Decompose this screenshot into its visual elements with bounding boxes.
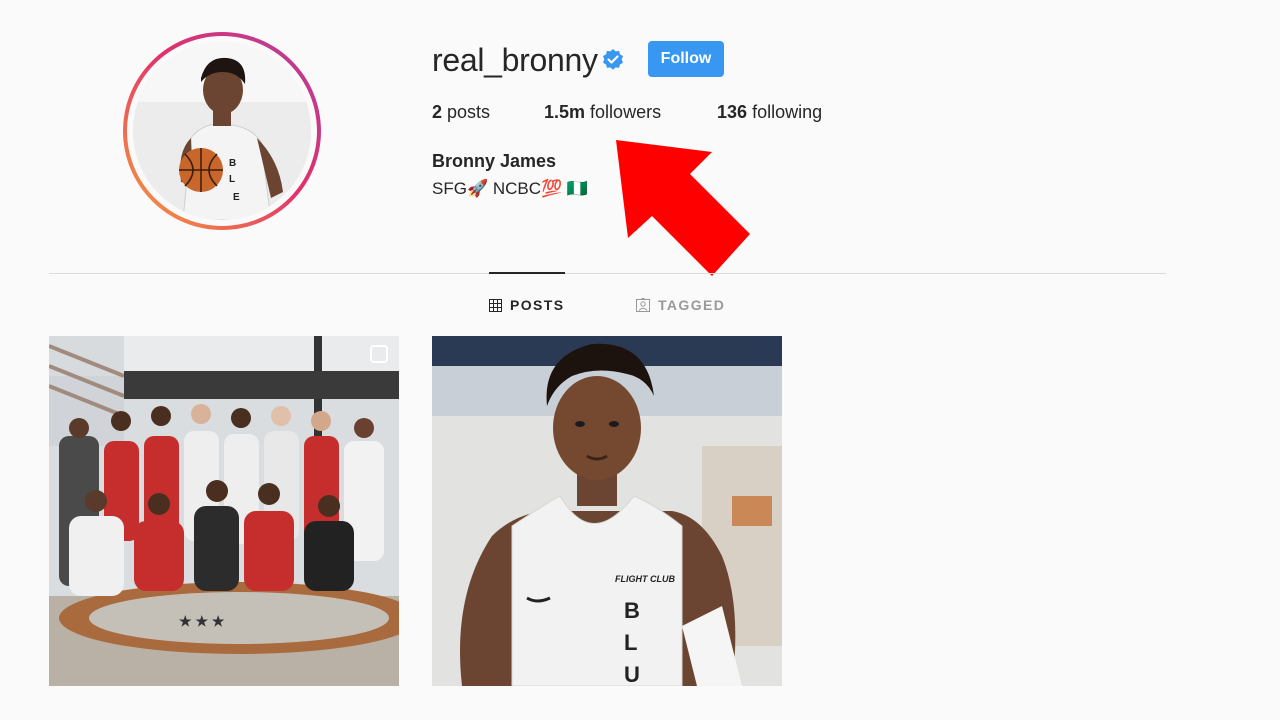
followers-count: 1.5m xyxy=(544,102,586,122)
tab-posts-label: POSTS xyxy=(510,297,565,313)
followers-stat[interactable]: 1.5m followers xyxy=(544,100,661,124)
svg-text:★ ★ ★: ★ ★ ★ xyxy=(179,613,225,629)
tagged-icon xyxy=(636,298,650,312)
posts-count: 2 xyxy=(432,102,443,122)
avatar-photo: B L E xyxy=(133,42,311,220)
profile-avatar[interactable]: B L E xyxy=(123,32,321,230)
annotation-arrow xyxy=(616,140,750,276)
profile-page: B L E real_bronny Follow 2 posts 1.5m fo… xyxy=(0,0,1280,720)
svg-text:E: E xyxy=(233,192,240,203)
posts-count-stat: 2 posts xyxy=(432,100,490,124)
active-tab-indicator xyxy=(489,272,565,274)
followers-label: followers xyxy=(590,102,662,122)
profile-full-name: Bronny James xyxy=(432,151,557,171)
following-label: following xyxy=(752,102,823,122)
post-thumbnail-portrait-photo[interactable]: FLIGHT CLUB B L U xyxy=(432,336,782,686)
profile-username: real_bronny xyxy=(432,42,598,78)
tab-tagged[interactable]: TAGGED xyxy=(636,296,725,314)
svg-text:L: L xyxy=(229,174,235,185)
tab-posts[interactable]: POSTS xyxy=(489,296,564,314)
tab-tagged-label: TAGGED xyxy=(658,297,726,313)
svg-text:U: U xyxy=(624,662,640,686)
post-thumbnail-team-photo[interactable]: ★ ★ ★ xyxy=(49,336,399,686)
follow-button[interactable]: Follow xyxy=(648,41,724,77)
posts-label: posts xyxy=(447,102,491,122)
profile-bio: SFG🚀 NCBC💯 🇳🇬 xyxy=(432,179,589,198)
svg-text:L: L xyxy=(624,630,637,655)
grid-icon xyxy=(489,298,502,312)
svg-text:B: B xyxy=(229,158,236,169)
following-count: 136 xyxy=(717,102,748,122)
svg-text:B: B xyxy=(624,598,640,623)
verified-badge-icon xyxy=(603,49,623,70)
tabs-divider xyxy=(49,273,1166,274)
following-stat[interactable]: 136 following xyxy=(717,100,822,124)
svg-text:FLIGHT CLUB: FLIGHT CLUB xyxy=(615,574,675,584)
